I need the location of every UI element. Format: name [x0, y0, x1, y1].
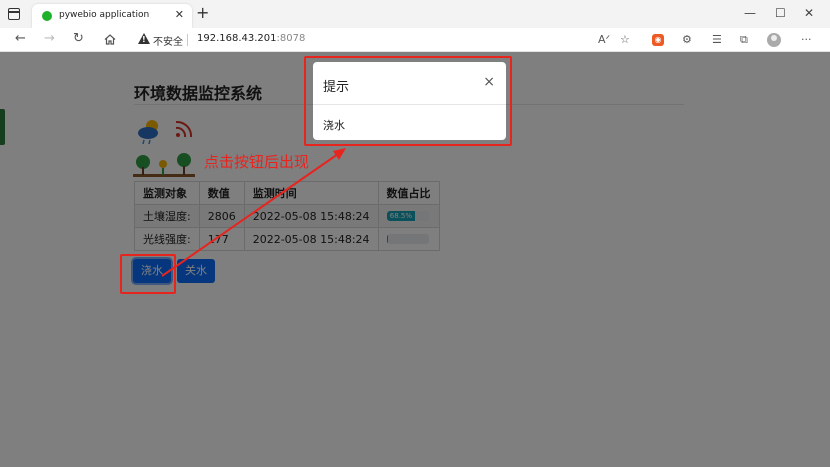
annotation-arrow [161, 148, 346, 277]
